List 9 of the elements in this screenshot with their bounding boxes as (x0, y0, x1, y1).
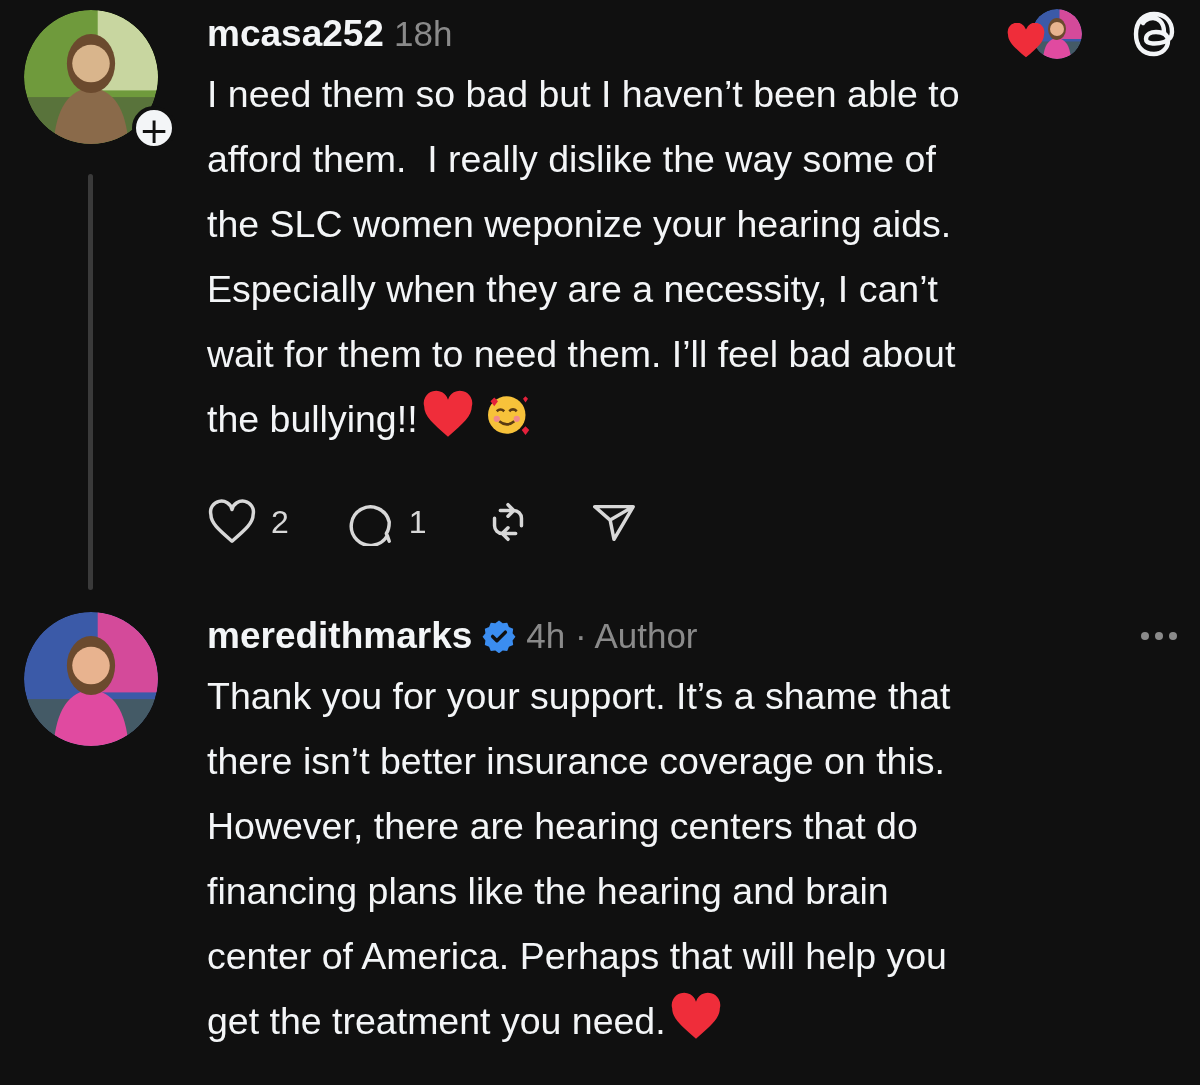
username[interactable]: mcasa252 (207, 13, 384, 55)
heart-icon (1006, 23, 1046, 59)
more-icon[interactable] (1140, 631, 1178, 641)
post-meta: 18h (393, 14, 453, 54)
reply-button[interactable]: 1 (344, 498, 427, 546)
post-meta: 4h · Author (526, 616, 698, 656)
comment-text: I need them so bad but I haven’t been able to afford them. I really dislike the way some of the SLC women weponize your hearing aids. Especially when they are a necessity, I can’t wait for them to need them. I’ll feel bad about the bullying!! (207, 72, 961, 442)
comment-text: Thank you for your support. It’s a shame that there isn’t better insurance coverage on this. However, there are hearing centers that do financing plans like the hearing and brain center of America. Perhaps that will help you get the treatment you need. (207, 674, 952, 1044)
username[interactable]: meredithmarks (207, 615, 473, 657)
